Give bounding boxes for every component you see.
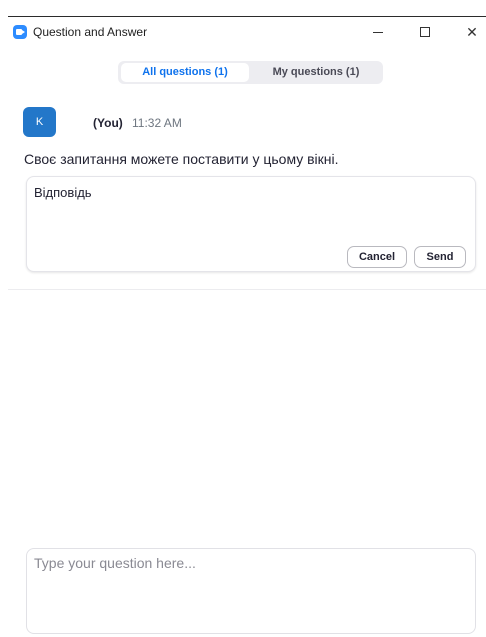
cancel-button[interactable]: Cancel [347,246,407,268]
minimize-button[interactable] [356,17,400,47]
avatar: K [23,107,56,137]
send-button[interactable]: Send [414,246,466,268]
maximize-button[interactable] [403,17,447,47]
title-bar: Question and Answer ✕ [0,17,486,47]
question-input-box[interactable] [26,548,476,634]
zoom-app-icon [13,25,27,39]
tab-my-questions[interactable]: My questions (1) [252,63,380,82]
question-time: 11:32 AM [132,116,182,130]
answer-box[interactable]: Відповідь Cancel Send [26,176,476,272]
window-title: Question and Answer [33,25,148,39]
divider [8,289,486,290]
answer-text[interactable]: Відповідь [34,185,92,200]
question-tabs: All questions (1) My questions (1) [118,61,383,84]
maximize-icon [420,27,430,37]
minimize-icon [373,31,383,33]
question-author: (You) [93,116,123,130]
question-input[interactable] [34,555,464,571]
close-button[interactable]: ✕ [450,17,486,47]
close-icon: ✕ [466,23,478,40]
question-text: Своє запитання можете поставити у цьому … [24,151,339,167]
tab-all-questions[interactable]: All questions (1) [121,63,249,82]
